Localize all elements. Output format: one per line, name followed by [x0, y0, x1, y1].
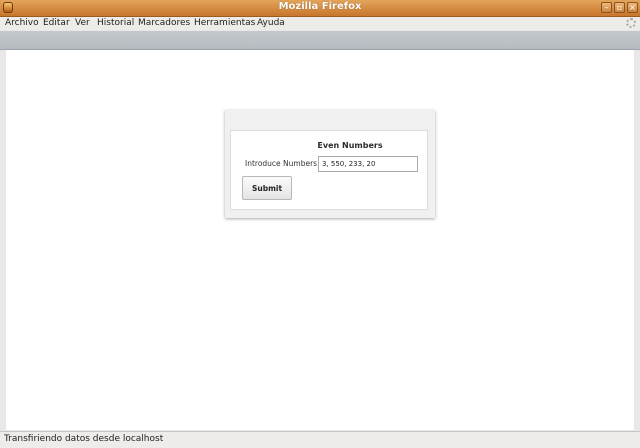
page-content: Even Numbers Introduce Numbers Submit	[6, 50, 634, 430]
form-title: Even Numbers	[317, 141, 383, 150]
form-card: Even Numbers Introduce Numbers Submit	[225, 110, 435, 218]
menubar: Archivo Editar Ver Historial Marcadores …	[0, 17, 640, 30]
throbber-icon	[626, 18, 636, 28]
window-title: Mozilla Firefox	[278, 1, 362, 12]
form-container: Even Numbers Introduce Numbers Submit	[230, 130, 428, 210]
menu-ver[interactable]: Ver	[75, 17, 90, 29]
maximize-button[interactable]: ▫	[614, 2, 625, 13]
menu-herramientas[interactable]: Herramientas	[194, 17, 255, 29]
menu-ayuda[interactable]: Ayuda	[257, 17, 285, 29]
menu-editar[interactable]: Editar	[43, 17, 70, 29]
toolbar-area	[0, 31, 640, 50]
window-titlebar[interactable]: Mozilla Firefox – ▫ ×	[0, 0, 640, 17]
window-controls: – ▫ ×	[601, 2, 638, 13]
status-text: Transfiriendo datos desde localhost	[4, 434, 164, 444]
menu-historial[interactable]: Historial	[97, 17, 134, 29]
statusbar: Transfiriendo datos desde localhost	[0, 431, 640, 448]
menu-marcadores[interactable]: Marcadores	[138, 17, 190, 29]
numbers-input[interactable]	[318, 156, 418, 172]
minimize-button[interactable]: –	[601, 2, 612, 13]
numbers-label: Introduce Numbers	[245, 159, 318, 168]
close-button[interactable]: ×	[627, 2, 638, 13]
submit-button[interactable]: Submit	[242, 176, 292, 200]
menu-archivo[interactable]: Archivo	[5, 17, 39, 29]
